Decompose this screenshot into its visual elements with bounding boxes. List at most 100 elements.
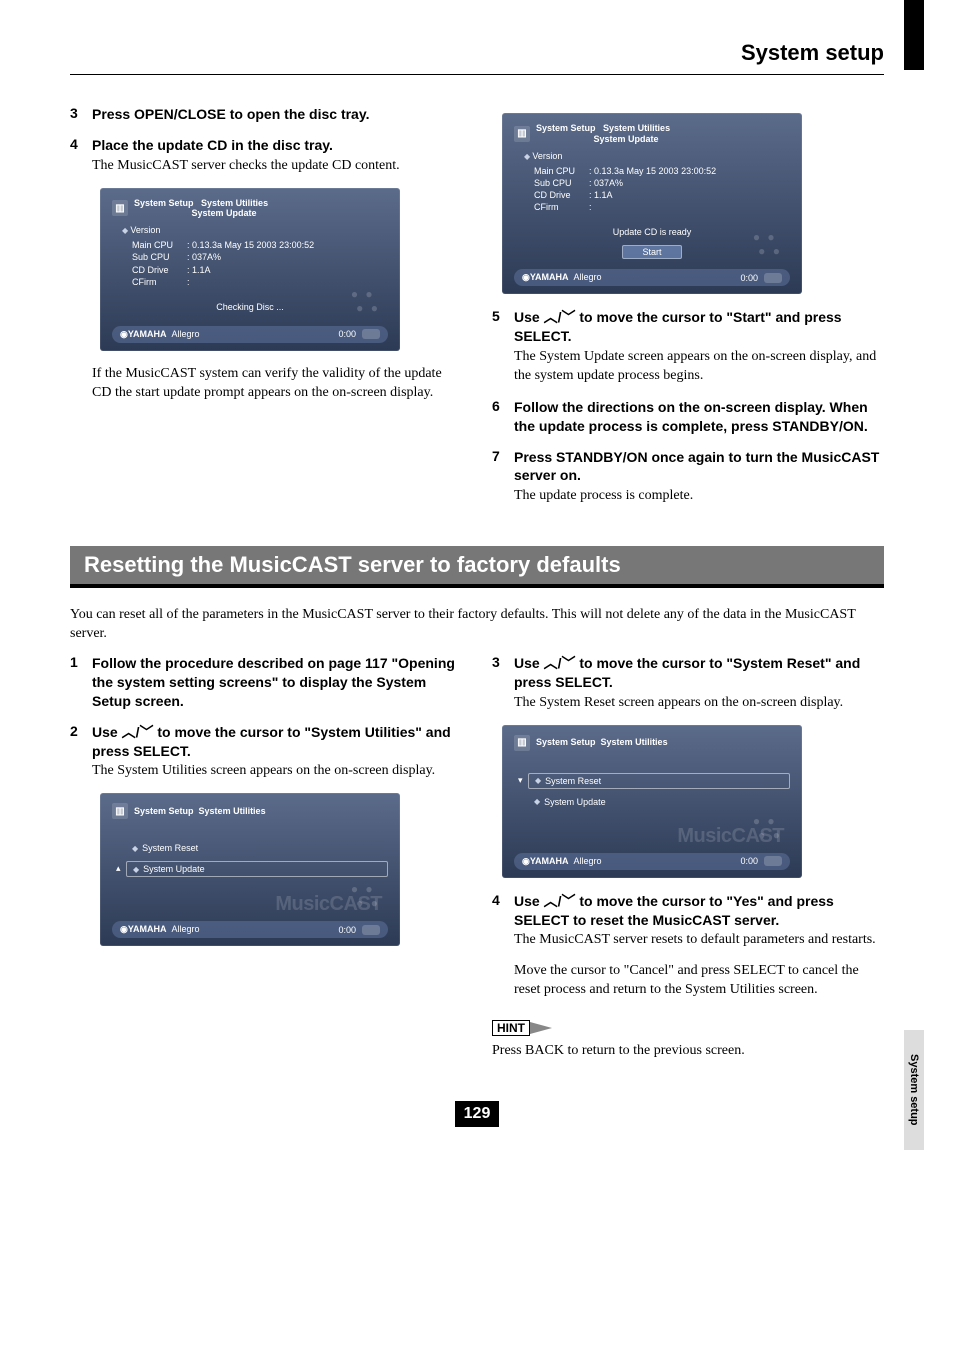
bottom-right-col: 3 Use ︿/﹀ to move the cursor to "System … xyxy=(492,654,884,1071)
hint-text: Press BACK to return to the previous scr… xyxy=(492,1042,884,1061)
step-5: 5 Use ︿/﹀ to move the cursor to "Start" … xyxy=(492,308,884,386)
osd-start-button[interactable]: Start xyxy=(622,245,682,259)
osd-footer: ◉YAMAHA Allegro 0:00 xyxy=(514,853,790,870)
step-text: Press OPEN/CLOSE to open the disc tray. xyxy=(92,105,462,124)
watermark-dots-icon: ● ● ● ● xyxy=(351,882,380,910)
osd-track: Allegro xyxy=(574,272,602,282)
osd-brand: ◉YAMAHA xyxy=(522,272,569,282)
breadcrumb: System Setup xyxy=(536,123,596,133)
step-text: Follow the directions on the on-screen d… xyxy=(514,398,884,436)
osd-status: Update CD is ready xyxy=(535,223,770,241)
osd-time: 0:00 xyxy=(740,856,758,866)
step-text: Use ︿/﹀ to move the cursor to "System Ut… xyxy=(92,723,462,761)
osd-footer: ◉YAMAHA Allegro 0:00 xyxy=(112,921,388,938)
watermark-dots-icon: ● ● ● ● xyxy=(753,230,782,258)
osd-footer: ◉YAMAHA Allegro 0:00 xyxy=(112,326,388,343)
step-number: 3 xyxy=(492,654,514,713)
left-note: If the MusicCAST system can verify the v… xyxy=(92,365,462,403)
diamond-icon: ◆ xyxy=(132,844,138,853)
osd-track: Allegro xyxy=(172,924,200,934)
menu-item-system-reset[interactable]: ◆System Reset xyxy=(528,773,790,789)
breadcrumb: System Setup xyxy=(134,198,194,208)
up-down-arrows-icon: ︿/﹀ xyxy=(544,309,576,325)
top-right-col: ▥ System Setup System Utilities System U… xyxy=(492,105,884,518)
top-left-col: 3 Press OPEN/CLOSE to open the disc tray… xyxy=(70,105,462,518)
osd-icon: ▥ xyxy=(112,803,128,819)
osd-track: Allegro xyxy=(172,329,200,339)
osd-handle-icon xyxy=(764,856,782,866)
up-down-arrows-icon: ︿/﹀ xyxy=(544,893,576,909)
step-subtext: The MusicCAST server resets to default p… xyxy=(514,931,884,950)
bottom-left-col: 1 Follow the procedure described on page… xyxy=(70,654,462,1071)
menu-item-system-reset[interactable]: ◆System Reset xyxy=(126,841,388,855)
osd-time: 0:00 xyxy=(338,925,356,935)
up-down-arrows-icon: ︿/﹀ xyxy=(122,724,154,740)
watermark-dots-icon: ● ● ● ● xyxy=(753,814,782,842)
osd-handle-icon xyxy=(764,273,782,283)
step-subtext: The System Update screen appears on the … xyxy=(514,348,884,386)
up-arrow-icon: ▴ xyxy=(116,863,121,874)
step-number: 1 xyxy=(70,654,92,711)
section-underline xyxy=(70,584,884,588)
corner-tab xyxy=(904,0,924,70)
step-text: Use ︿/﹀ to move the cursor to "Yes" and … xyxy=(514,892,884,930)
section-title: Resetting the MusicCAST server to factor… xyxy=(70,546,884,584)
osd-section: Version xyxy=(524,151,790,161)
breadcrumb: System Utilities xyxy=(603,123,670,133)
osd-icon: ▥ xyxy=(514,735,530,751)
top-columns: 3 Press OPEN/CLOSE to open the disc tray… xyxy=(70,105,884,518)
osd-icon: ▥ xyxy=(514,126,530,142)
step-number: 2 xyxy=(70,723,92,782)
diamond-icon: ◆ xyxy=(133,865,139,874)
watermark-dots-icon: ● ● ● ● xyxy=(351,287,380,315)
step-text: Place the update CD in the disc tray. xyxy=(92,136,462,155)
osd-version-rows: Main CPU: 0.13.3a May 15 2003 23:00:52 S… xyxy=(132,239,388,288)
step-number: 7 xyxy=(492,448,514,507)
step-number: 5 xyxy=(492,308,514,386)
osd-system-utilities-b: ▥ System Setup System Utilities ▾ ◆Syste… xyxy=(502,725,802,878)
osd-handle-icon xyxy=(362,925,380,935)
breadcrumb: System Update xyxy=(192,208,257,218)
osd-status: Checking Disc ... xyxy=(133,298,368,316)
bottom-columns: 1 Follow the procedure described on page… xyxy=(70,654,884,1071)
osd-section: Version xyxy=(122,225,388,235)
step-subtext: The update process is complete. xyxy=(514,487,884,506)
osd-brand: ◉YAMAHA xyxy=(120,329,167,339)
cancel-note: Move the cursor to "Cancel" and press SE… xyxy=(514,962,884,1000)
step-number: 4 xyxy=(492,892,514,951)
breadcrumb: System Utilities xyxy=(601,737,668,747)
step-text: Press STANDBY/ON once again to turn the … xyxy=(514,448,884,486)
step-subtext: The System Utilities screen appears on t… xyxy=(92,762,462,781)
step-text: Use ︿/﹀ to move the cursor to "System Re… xyxy=(514,654,884,692)
breadcrumb: System Setup xyxy=(134,806,194,816)
step-3b: 3 Use ︿/﹀ to move the cursor to "System … xyxy=(492,654,884,713)
breadcrumb: System Utilities xyxy=(201,198,268,208)
step-text: Follow the procedure described on page 1… xyxy=(92,654,462,711)
section-band: Resetting the MusicCAST server to factor… xyxy=(70,546,884,588)
page-title: System setup xyxy=(70,40,884,66)
osd-system-utilities-a: ▥ System Setup System Utilities ◆System … xyxy=(100,793,400,946)
breadcrumb: System Update xyxy=(594,134,659,144)
osd-track: Allegro xyxy=(574,856,602,866)
menu-item-system-update[interactable]: ◆System Update xyxy=(126,861,388,877)
diamond-icon: ◆ xyxy=(534,797,540,806)
hint-badge: HINT xyxy=(492,1020,552,1036)
osd-handle-icon xyxy=(362,329,380,339)
step-number: 3 xyxy=(70,105,92,124)
step-3: 3 Press OPEN/CLOSE to open the disc tray… xyxy=(70,105,462,124)
page-number: 129 xyxy=(455,1101,499,1127)
step-1b: 1 Follow the procedure described on page… xyxy=(70,654,462,711)
side-tab: System setup xyxy=(904,1030,924,1150)
up-down-arrows-icon: ︿/﹀ xyxy=(544,655,576,671)
side-tab-label: System setup xyxy=(908,1054,920,1126)
step-2b: 2 Use ︿/﹀ to move the cursor to "System … xyxy=(70,723,462,782)
header-rule xyxy=(70,74,884,75)
intro-text: You can reset all of the parameters in t… xyxy=(70,606,884,644)
down-arrow-icon: ▾ xyxy=(518,775,523,786)
menu-item-system-update[interactable]: ◆System Update xyxy=(528,795,790,809)
osd-version-rows: Main CPU: 0.13.3a May 15 2003 23:00:52 S… xyxy=(534,165,790,214)
hint-label: HINT xyxy=(492,1020,530,1036)
breadcrumb: System Utilities xyxy=(199,806,266,816)
step-subtext: The System Reset screen appears on the o… xyxy=(514,694,884,713)
osd-icon: ▥ xyxy=(112,200,128,216)
